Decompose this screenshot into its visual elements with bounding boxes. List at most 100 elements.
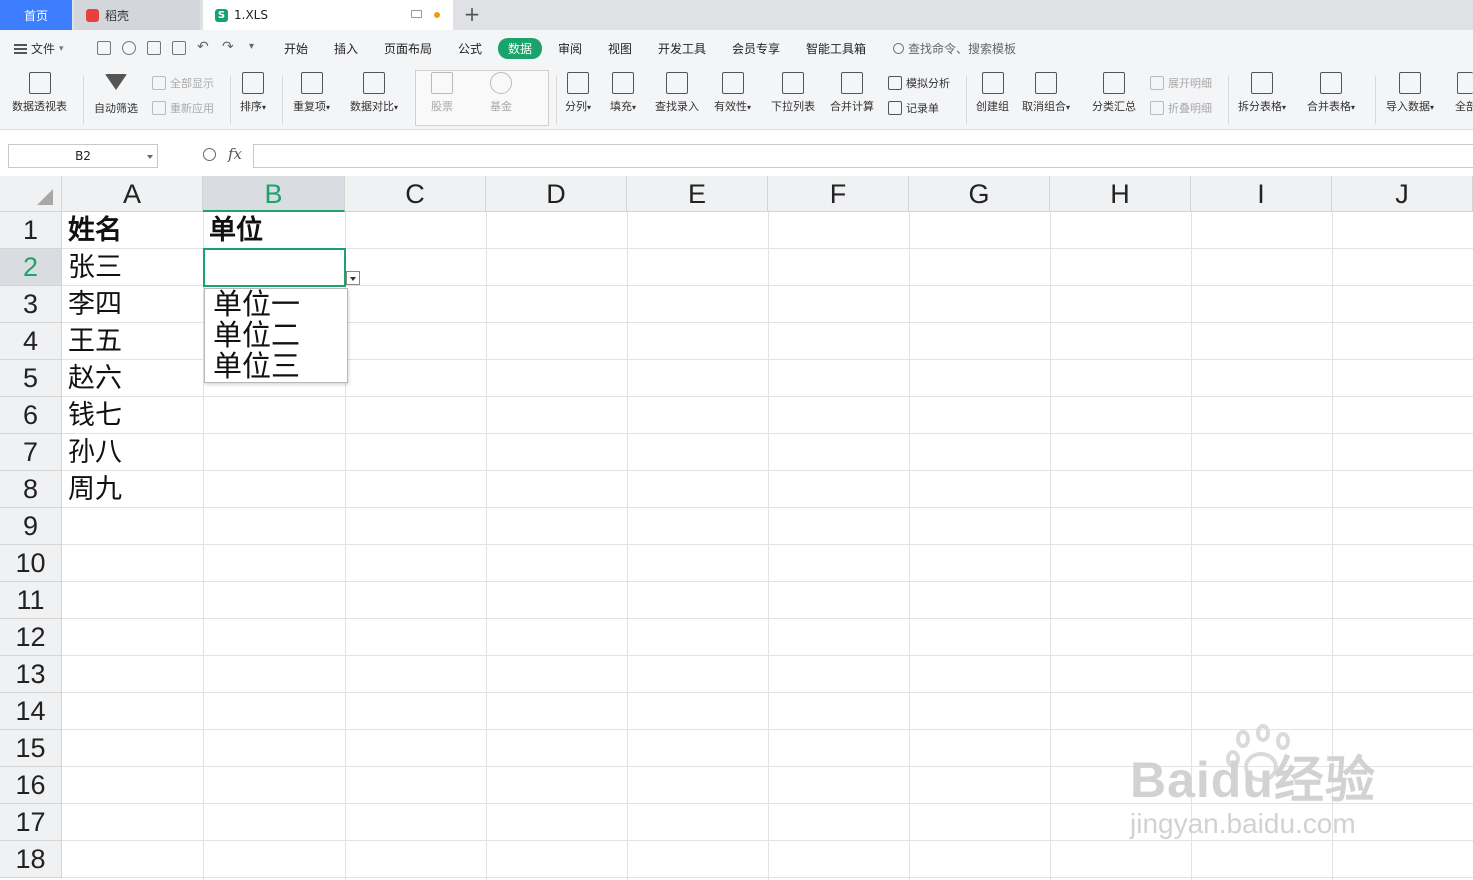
menu-tab-data[interactable]: 数据 [498,38,543,59]
cell-a8[interactable]: 周九 [68,472,122,508]
select-all-corner[interactable] [0,176,62,212]
merge-table-button[interactable]: 合并表格▾ [1307,72,1355,114]
validity-button[interactable]: 有效性▾ [714,72,751,114]
cell-a5[interactable]: 赵六 [68,361,122,397]
pivot-table-icon [28,72,51,94]
print-icon[interactable] [147,41,161,55]
menu-tab-smart-toolbox[interactable]: 智能工具箱 [806,40,866,57]
menu-tab-review[interactable]: 审阅 [558,40,582,57]
dropdown-list-button[interactable]: 下拉列表 [771,72,815,114]
data-compare-button[interactable]: 数据对比▾ [350,72,398,114]
column-header-f[interactable]: F [768,176,909,212]
menu-tab-member[interactable]: 会员专享 [732,40,780,57]
show-all-button[interactable]: 全部显示 [152,75,214,91]
fill-button[interactable]: 填充▾ [610,72,636,114]
sort-button[interactable]: 排序▾ [240,72,266,114]
collapse-detail-button[interactable]: 折叠明细 [1150,100,1212,116]
tab-document[interactable]: S 1.XLS [203,0,453,30]
pivot-table-button[interactable]: 数据透视表 [12,72,67,114]
subtotal-button[interactable]: 分类汇总 [1092,72,1136,114]
fx-icon[interactable]: fx [228,145,242,163]
name-box[interactable]: B2 [8,144,158,168]
menu-tab-view[interactable]: 视图 [608,40,632,57]
split-table-button[interactable]: 拆分表格▾ [1238,72,1286,114]
column-header-c[interactable]: C [345,176,486,212]
row-header-1[interactable]: 1 [0,212,62,249]
cell-a2[interactable]: 张三 [68,250,122,286]
column-header-i[interactable]: I [1191,176,1332,212]
funds-button[interactable]: 基金 [490,72,512,114]
cell-a3[interactable]: 李四 [68,287,122,323]
customize-toolbar-icon[interactable]: ▾ [249,41,263,55]
format-painter-icon[interactable] [122,41,136,55]
row-header-9[interactable]: 9 [0,508,62,545]
row-header-3[interactable]: 3 [0,286,62,323]
column-header-e[interactable]: E [627,176,768,212]
undo-icon[interactable]: ↶ [197,40,211,55]
column-header-j[interactable]: J [1332,176,1473,212]
what-if-button[interactable]: 模拟分析 [888,75,950,91]
validation-dropdown-button[interactable] [346,271,360,285]
row-header-14[interactable]: 14 [0,693,62,730]
duplicates-icon [300,72,323,94]
row-header-11[interactable]: 11 [0,582,62,619]
row-header-8[interactable]: 8 [0,471,62,508]
row-header-12[interactable]: 12 [0,619,62,656]
formula-input[interactable] [253,144,1473,168]
autofilter-button[interactable]: 自动筛选 [94,72,138,116]
column-header-h[interactable]: H [1050,176,1191,212]
split-column-button[interactable]: 分列▾ [565,72,591,114]
row-header-2[interactable]: 2 [0,249,62,286]
row-header-7[interactable]: 7 [0,434,62,471]
tab-home[interactable]: 首页 [0,0,72,30]
row-header-5[interactable]: 5 [0,360,62,397]
duplicates-button[interactable]: 重复项▾ [293,72,330,114]
file-menu-button[interactable]: 文件 ▾ [14,40,64,57]
ungroup-button[interactable]: 取消组合▾ [1022,72,1070,114]
full-partial-button[interactable]: 全部 [1455,72,1473,114]
dropdown-option[interactable]: 单位三 [213,351,339,382]
column-header-d[interactable]: D [486,176,627,212]
menu-tab-start[interactable]: 开始 [284,40,308,57]
new-tab-plus-icon[interactable]: + [462,3,482,27]
menu-tab-insert[interactable]: 插入 [334,40,358,57]
cell-a1[interactable]: 姓名 [68,213,122,249]
dropdown-option[interactable]: 单位二 [213,320,339,351]
consolidate-button[interactable]: 合并计算 [830,72,874,114]
menu-tab-page-layout[interactable]: 页面布局 [384,40,432,57]
row-header-17[interactable]: 17 [0,804,62,841]
reapply-button[interactable]: 重新应用 [152,100,214,116]
lookup-entry-button[interactable]: 查找录入 [655,72,699,114]
import-data-button[interactable]: 导入数据▾ [1386,72,1434,114]
column-header-a[interactable]: A [62,176,203,212]
row-header-10[interactable]: 10 [0,545,62,582]
merge-table-icon [1320,72,1342,94]
stocks-button[interactable]: 股票 [431,72,453,114]
cell-b1[interactable]: 单位 [209,213,263,249]
save-icon[interactable] [97,41,111,55]
command-search[interactable]: 查找命令、搜索模板 [893,40,1016,57]
cell-a4[interactable]: 王五 [68,324,122,360]
row-header-4[interactable]: 4 [0,323,62,360]
row-header-13[interactable]: 13 [0,656,62,693]
column-header-b[interactable]: B [203,176,345,212]
record-form-button[interactable]: 记录单 [888,100,939,116]
cell-a6[interactable]: 钱七 [68,398,122,434]
expand-detail-button[interactable]: 展开明细 [1150,75,1212,91]
column-header-g[interactable]: G [909,176,1050,212]
menu-tab-developer[interactable]: 开发工具 [658,40,706,57]
tab-daoke[interactable]: 稻壳 [74,0,200,30]
menu-tab-formula[interactable]: 公式 [458,40,482,57]
row-header-15[interactable]: 15 [0,730,62,767]
zoom-search-icon[interactable] [203,148,216,161]
row-header-6[interactable]: 6 [0,397,62,434]
cell-a7[interactable]: 孙八 [68,435,122,471]
active-cell-b2[interactable] [203,248,346,287]
print-preview-icon[interactable] [172,41,186,55]
row-header-18[interactable]: 18 [0,841,62,878]
row-header-16[interactable]: 16 [0,767,62,804]
redo-icon[interactable]: ↷ [222,40,236,55]
monitor-icon[interactable] [411,10,422,18]
create-group-button[interactable]: 创建组 [976,72,1009,114]
dropdown-option[interactable]: 单位一 [213,289,339,320]
